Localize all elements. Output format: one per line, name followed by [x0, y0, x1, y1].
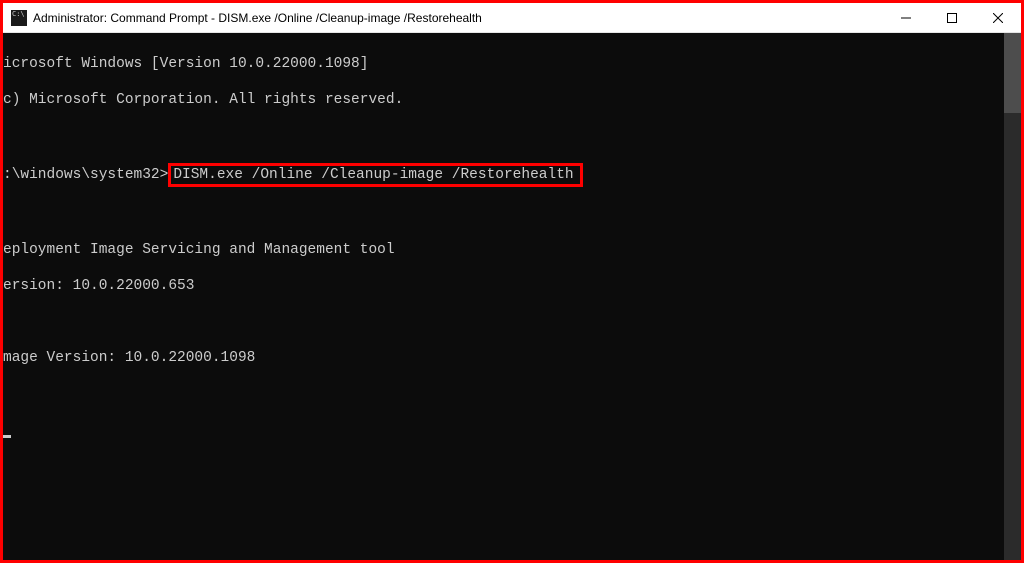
os-version-line: icrosoft Windows [Version 10.0.22000.109…	[3, 56, 368, 72]
minimize-button[interactable]	[883, 3, 929, 32]
maximize-button[interactable]	[929, 3, 975, 32]
dism-command: DISM.exe /Online /Cleanup-image /Restore…	[173, 167, 573, 183]
window-title: Administrator: Command Prompt - DISM.exe…	[33, 11, 883, 25]
console-area[interactable]: icrosoft Windows [Version 10.0.22000.109…	[3, 33, 1021, 560]
command-highlight: DISM.exe /Online /Cleanup-image /Restore…	[168, 163, 582, 187]
text-cursor	[3, 435, 11, 438]
tool-version-line: ersion: 10.0.22000.653	[3, 278, 194, 294]
console-output: icrosoft Windows [Version 10.0.22000.109…	[3, 37, 1021, 475]
tool-name-line: eployment Image Servicing and Management…	[3, 242, 395, 258]
window-controls	[883, 3, 1021, 32]
prompt-text: :\windows\system32>	[3, 167, 168, 183]
copyright-line: c) Microsoft Corporation. All rights res…	[3, 92, 403, 108]
vertical-scrollbar[interactable]	[1004, 33, 1021, 560]
cmd-icon	[11, 10, 27, 26]
titlebar[interactable]: Administrator: Command Prompt - DISM.exe…	[3, 3, 1021, 33]
image-version-line: mage Version: 10.0.22000.1098	[3, 350, 255, 366]
window-frame: Administrator: Command Prompt - DISM.exe…	[0, 0, 1024, 563]
scrollbar-thumb[interactable]	[1004, 33, 1021, 113]
close-button[interactable]	[975, 3, 1021, 32]
